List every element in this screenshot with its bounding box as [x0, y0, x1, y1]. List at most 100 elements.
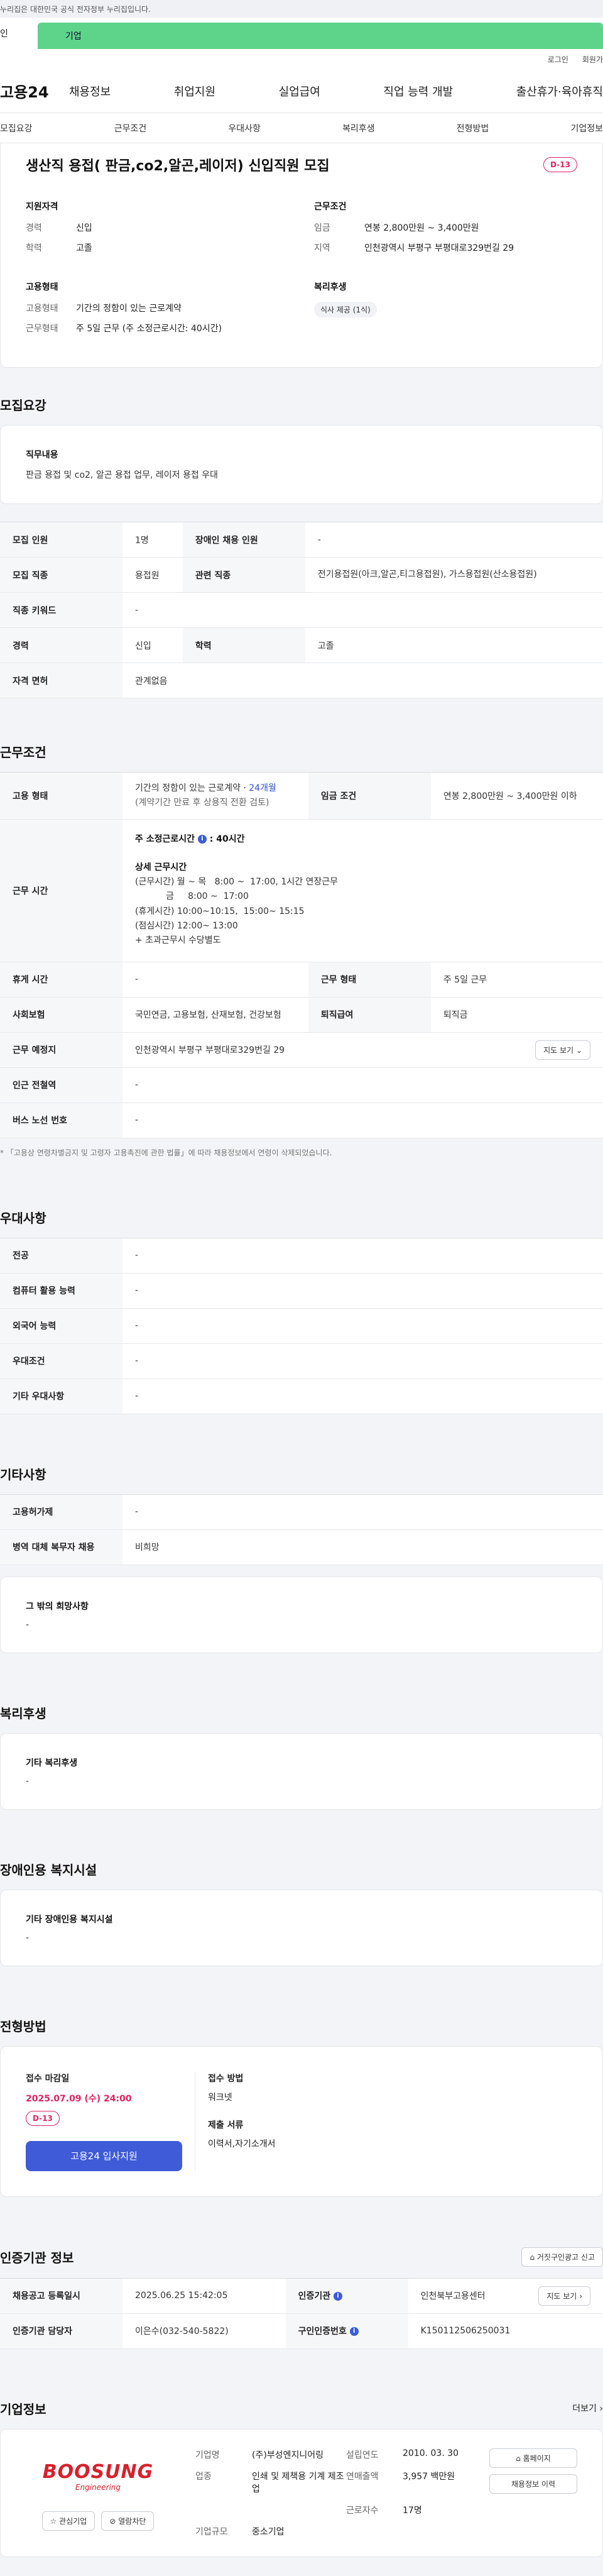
hours-line-4: (점심시간) 12:00~ 13:00	[135, 920, 238, 931]
join-link[interactable]: 회원가	[582, 54, 603, 65]
major-label: 전공	[0, 1238, 122, 1274]
recruit-edu-value: 고졸	[305, 627, 603, 663]
anchor-recruit[interactable]: 모집요강	[0, 122, 33, 135]
recruit-section-title: 모집요강	[0, 398, 46, 413]
break-label: 휴게 시간	[0, 962, 122, 998]
disabled-section-title: 장애인용 복지시설	[0, 1862, 97, 1878]
summary-employment: 고용형태 고용형태 기간의 정함이 있는 근로계약 근무형태 주 5일 근무 (주 …	[26, 280, 289, 342]
prefer-etc-value: -	[122, 1379, 603, 1414]
anchor-prefer[interactable]: 우대사항	[228, 122, 261, 135]
map-button[interactable]: 지도 보기 ⌄	[535, 1040, 590, 1060]
docs-value: 이력서,자기소개서	[208, 2138, 276, 2149]
favorite-label: 관심기업	[59, 2516, 87, 2526]
anchor-company[interactable]: 기업정보	[570, 122, 603, 135]
company-section-title: 기업정보	[0, 2401, 46, 2417]
org-label-text: 인증기관	[298, 2291, 331, 2302]
employment-title: 고용형태	[26, 282, 58, 292]
welfare-summary-title: 복리후생	[314, 282, 347, 292]
info-icon[interactable]: i	[349, 2327, 359, 2337]
table-row: 고용 형태 기간의 정함이 있는 근로계약 · 24개월 (계약기간 만료 후 …	[0, 772, 603, 820]
info-icon[interactable]: i	[197, 835, 207, 844]
info-icon[interactable]: i	[334, 2292, 342, 2301]
work-table: 고용 형태 기간의 정함이 있는 근로계약 · 24개월 (계약기간 만료 후 …	[0, 772, 603, 1138]
license-label: 자격 면허	[0, 663, 122, 698]
hours-main-label: 주 소정근로시간	[135, 834, 195, 845]
table-row: 자격 면허 관계없음	[0, 663, 603, 698]
size-value: 중소기업	[252, 2526, 285, 2537]
table-row: 경력 신입 학력 고졸	[0, 627, 603, 663]
tab-personal[interactable]: 인	[0, 18, 38, 49]
hours-value: 주 소정근로시간 i : 40시간 상세 근무시간 (근무시간) 월 ~ 목 8…	[122, 819, 603, 962]
qualification-title: 지원자격	[26, 202, 58, 212]
disabled-box: 기타 장애인용 복지시설 -	[0, 1889, 603, 1966]
homepage-label: 홈페이지	[523, 2453, 551, 2463]
wage-cond-label: 임금 조건	[308, 772, 431, 820]
computer-value: -	[122, 1273, 603, 1309]
job-history-button[interactable]: 채용정보 이력	[489, 2474, 577, 2494]
nav-parental-leave[interactable]: 출산휴가·육아휴직	[516, 83, 603, 99]
recruit-edu-label: 학력	[182, 627, 305, 663]
size-label: 기업규모	[195, 2526, 228, 2537]
anchor-process[interactable]: 전형방법	[457, 122, 489, 135]
education-value: 고졸	[76, 243, 92, 253]
recruit-career-label: 경력	[0, 627, 122, 663]
more-link[interactable]: 더보기 ›	[572, 2402, 603, 2414]
region-label: 지역	[314, 243, 330, 253]
permit-value: -	[122, 1494, 603, 1530]
report-button[interactable]: ⌂ 거짓구인광고 신고	[521, 2247, 603, 2267]
table-row: 근무 시간 주 소정근로시간 i : 40시간 상세 근무시간 (근무시간) 월…	[0, 819, 603, 962]
hours-line-1: (근무시간) 월 ~ 목 8:00 ~ 17:00, 1시간 연장근무	[135, 877, 339, 888]
table-row: 인근 전철역 -	[0, 1067, 603, 1103]
workplace-address: 인천광역시 부평구 부평대로329번길 29	[135, 1045, 285, 1056]
block-company-button[interactable]: ⊘ 열람차단	[101, 2511, 155, 2531]
job-category-value: 용접원	[122, 557, 183, 593]
hours-line-2: 금 8:00 ~ 17:00	[135, 891, 249, 902]
license-value: 관계없음	[122, 663, 603, 698]
favorite-company-button[interactable]: ☆ 관심기업	[41, 2511, 95, 2531]
retire-value: 퇴직금	[430, 997, 603, 1033]
company-name-value: (주)부성엔지니어링	[252, 2450, 323, 2460]
table-row: 사회보험 국민연금, 고용보험, 산재보험, 건강보험 퇴직급여 퇴직금	[0, 997, 603, 1033]
emp-form-text: 기간의 정함이 있는 근로계약 ·	[135, 783, 249, 793]
table-row: 인증기관 담당자 이은수(032-540-5822) 구인인증번호 i K150…	[0, 2313, 603, 2349]
manager-value: 이은수(032-540-5822)	[122, 2313, 286, 2349]
nav-job-info[interactable]: 채용정보	[69, 83, 111, 99]
career-label: 경력	[26, 223, 42, 233]
region-value: 인천광역시 부평구 부평대로329번길 29	[364, 243, 514, 253]
employees-value: 17명	[403, 2505, 422, 2516]
sales-value: 3,957 백만원	[403, 2471, 455, 2482]
method-value: 워크넷	[208, 2092, 232, 2103]
agency-section-title: 인증기관 정보	[0, 2250, 74, 2265]
company-logo-sub: Engineering	[75, 2483, 121, 2492]
anchor-welfare[interactable]: 복리후생	[342, 122, 375, 135]
wish-value: -	[26, 1619, 30, 1630]
company-logo-text: BOOSUNG	[42, 2461, 154, 2484]
disabled-etc-value: -	[26, 1932, 30, 1943]
prefer-etc-label: 기타 우대사항	[0, 1379, 122, 1414]
nav-employment-support[interactable]: 취업지원	[174, 83, 215, 99]
language-value: -	[122, 1308, 603, 1344]
nav-skill-development[interactable]: 직업 능력 개발	[383, 83, 453, 99]
agency-map-button[interactable]: 지도 보기 ›	[538, 2286, 590, 2306]
prefer-table: 전공 - 컴퓨터 활용 능력 - 외국어 능력 - 우대조건 - 기타 우대사항 -	[0, 1237, 603, 1414]
wage-value: 연봉 2,800만원 ~ 3,400만원	[364, 223, 479, 233]
org-value: 인천북부고용센터 지도 보기 ›	[408, 2278, 603, 2314]
nav-unemployment-benefit[interactable]: 실업급여	[279, 83, 320, 99]
homepage-button[interactable]: ⌂ 홈페이지	[489, 2448, 577, 2468]
site-logo[interactable]: 고용24	[0, 80, 69, 102]
tab-company[interactable]: 기업	[38, 23, 603, 49]
table-row: 휴게 시간 - 근무 형태 주 5일 근무	[0, 962, 603, 998]
agency-table: 채용공고 등록일시 2025.06.25 15:42:05 인증기관 i 인천북…	[0, 2277, 603, 2349]
anchor-work[interactable]: 근무조건	[114, 122, 147, 135]
welfare-etc-value: -	[26, 1776, 30, 1786]
apply-button[interactable]: 고용24 입사지원	[26, 2140, 182, 2171]
login-link[interactable]: 로그인	[548, 54, 568, 65]
table-row: 버스 노선 번호 -	[0, 1103, 603, 1138]
more-label: 더보기	[572, 2404, 597, 2414]
map-button-label: 지도 보기	[543, 1045, 574, 1055]
reg-date-value: 2025.06.25 15:42:05	[122, 2278, 286, 2314]
worktype-label: 근무 형태	[308, 962, 431, 998]
disabled-count-value: -	[305, 522, 603, 558]
duty-box: 직무내용 판금 용접 및 co2, 알곤 용접 업무, 레이저 용접 우대	[0, 425, 603, 504]
job-keyword-value: -	[122, 592, 603, 628]
